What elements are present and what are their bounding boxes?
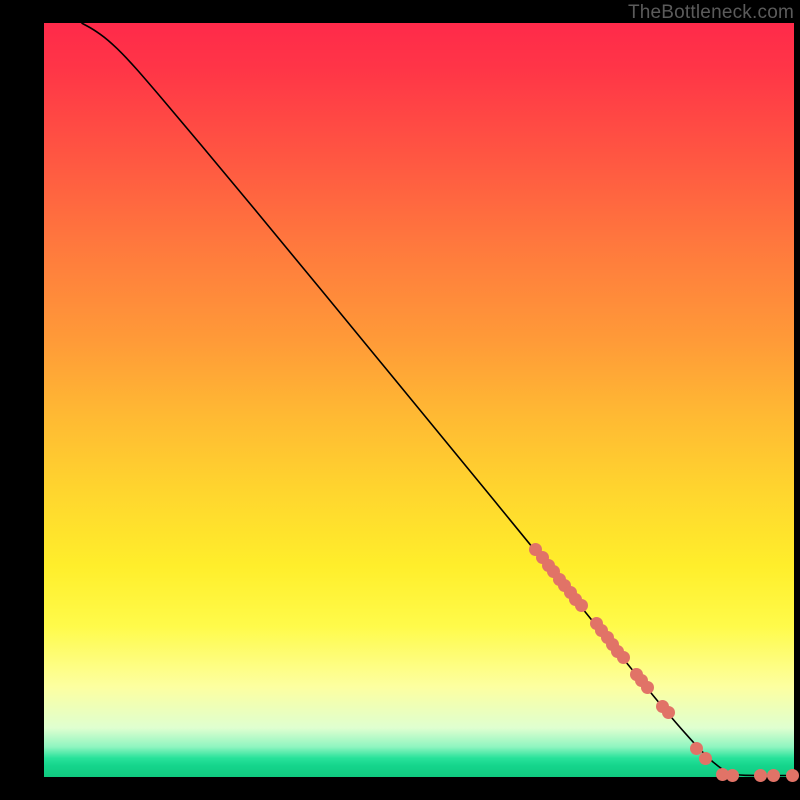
- main-curve: [82, 23, 795, 776]
- data-point: [754, 769, 767, 782]
- data-point: [726, 769, 739, 782]
- data-point: [662, 706, 675, 719]
- data-point: [617, 651, 630, 664]
- curve-layer: [44, 23, 794, 777]
- data-point: [767, 769, 780, 782]
- data-point: [786, 769, 799, 782]
- watermark-text: TheBottleneck.com: [628, 2, 794, 24]
- chart-stage: TheBottleneck.com: [0, 0, 800, 800]
- plot-area: [44, 23, 794, 777]
- data-point: [641, 681, 654, 694]
